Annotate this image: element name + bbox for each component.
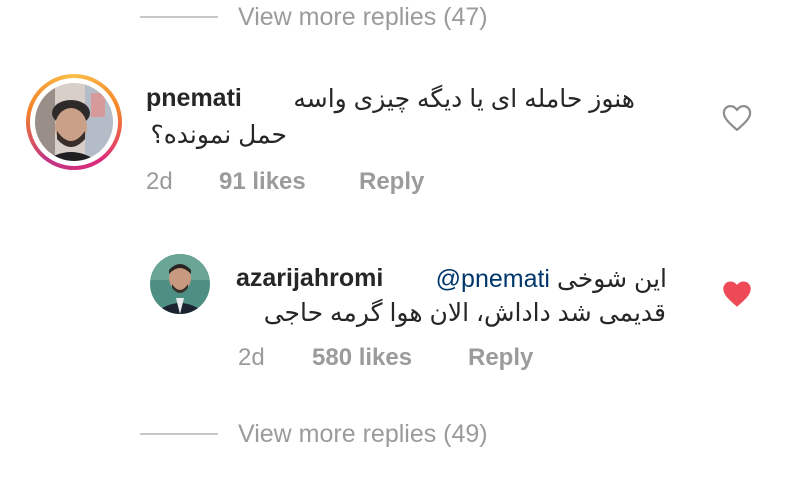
avatar-photo-icon	[35, 83, 113, 161]
comment-username[interactable]: pnemati	[146, 84, 242, 113]
reply-reply-button[interactable]: Reply	[468, 344, 533, 372]
reply-likes[interactable]: 580 likes	[312, 344, 412, 372]
heart-filled-icon[interactable]	[722, 280, 752, 308]
divider-line	[140, 433, 218, 435]
view-more-replies-label: View more replies (47)	[238, 2, 488, 31]
heart-outline-icon[interactable]	[722, 104, 752, 132]
mention-link[interactable]: @pnemati	[436, 265, 550, 293]
view-more-replies-top[interactable]: View more replies (47)	[140, 0, 488, 34]
comment-reply-button[interactable]: Reply	[359, 168, 424, 196]
comment-text-line2: حمل نمونده؟	[150, 121, 287, 149]
comment-timestamp: 2d	[146, 168, 173, 195]
reply-username[interactable]: azarijahromi	[236, 264, 383, 293]
divider-line	[140, 16, 218, 18]
view-more-replies-bottom[interactable]: View more replies (49)	[140, 417, 488, 451]
reply-text-segment: این شوخی	[556, 265, 667, 293]
comment-likes[interactable]: 91 likes	[219, 168, 306, 196]
reply-timestamp: 2d	[238, 344, 265, 371]
avatar-photo-icon	[150, 254, 210, 314]
reply-text-line1: این شوخی @pnemati	[436, 264, 667, 294]
view-more-replies-label: View more replies (49)	[238, 419, 488, 448]
comment-text-line1: هنوز حامله ای یا دیگه چیزی واسه	[293, 85, 635, 113]
avatar	[35, 83, 113, 161]
reply-text-line2: قدیمی شد داداش، الان هوا گرمه حاجی	[263, 299, 666, 327]
reply-avatar[interactable]	[150, 254, 210, 314]
story-ring[interactable]	[26, 74, 122, 170]
